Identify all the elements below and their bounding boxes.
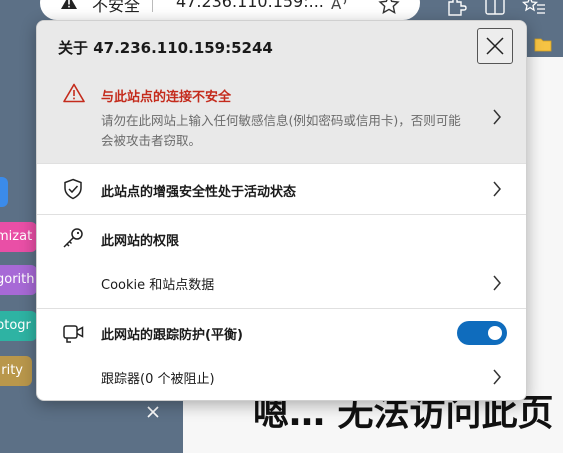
sidebar-chip[interactable]: gorith	[0, 265, 37, 295]
sidebar-chip[interactable]: mizat	[0, 222, 37, 252]
svg-text:A: A	[331, 0, 342, 12]
folder-icon[interactable]	[534, 37, 552, 52]
split-screen-icon[interactable]	[484, 0, 506, 16]
permissions-section: 此网站的权限	[37, 215, 526, 261]
tracking-prevention-heading: 此网站的跟踪防护(平衡)	[101, 328, 243, 343]
warning-triangle-icon	[63, 83, 85, 103]
favorite-star-icon[interactable]	[378, 0, 400, 14]
sidebar-chip-label: mizat	[0, 229, 33, 244]
address-divider	[152, 0, 153, 12]
chevron-right-icon	[493, 181, 501, 197]
sidebar-chip[interactable]: ptogr	[0, 311, 37, 341]
warning-title: 与此站点的连接不安全	[101, 90, 232, 105]
insecure-connection-row[interactable]: 与此站点的连接不安全 请勿在此网站上输入任何敏感信息(例如密码或信用卡)，否则可…	[37, 71, 526, 163]
camera-tracking-icon	[63, 325, 84, 343]
security-status-label[interactable]: 不安全	[92, 0, 140, 16]
trackers-row[interactable]: 跟踪器(0 个被阻止)	[37, 357, 526, 400]
extensions-icon[interactable]	[445, 0, 467, 16]
popup-title: 关于 47.236.110.159:5244	[58, 39, 273, 57]
sidebar-chip-label: rity	[1, 363, 23, 378]
chevron-right-icon	[493, 369, 501, 385]
read-aloud-icon[interactable]: A	[330, 0, 350, 12]
warning-triangle-icon[interactable]	[60, 0, 78, 10]
sidebar-chip-label: gorith	[0, 272, 35, 287]
chevron-right-icon	[493, 275, 501, 291]
favorites-icon[interactable]	[522, 0, 546, 16]
close-button[interactable]	[477, 28, 513, 64]
shield-check-icon	[64, 178, 82, 200]
enhanced-security-row[interactable]: 此站点的增强安全性处于活动状态	[37, 164, 526, 214]
warning-description: 请勿在此网站上输入任何敏感信息(例如密码或信用卡)，否则可能会被攻击者窃取。	[101, 113, 461, 148]
toggle-knob	[488, 326, 502, 340]
trackers-label: 跟踪器(0 个被阻止)	[101, 372, 215, 387]
sidebar-chip[interactable]: rity	[0, 356, 32, 386]
tracking-prevention-row: 此网站的跟踪防护(平衡)	[37, 309, 526, 357]
cookie-row[interactable]: Cookie 和站点数据	[37, 261, 526, 307]
close-icon	[486, 37, 504, 55]
sidebar-chip-blue[interactable]	[0, 177, 8, 207]
tracking-prevention-toggle[interactable]	[457, 321, 507, 345]
url-text[interactable]: 47.236.110.159:...	[176, 0, 324, 11]
permissions-heading: 此网站的权限	[101, 234, 180, 249]
chevron-right-icon	[493, 109, 501, 125]
sidebar-chip-label: ptogr	[0, 318, 31, 333]
close-icon[interactable]	[146, 405, 160, 419]
key-icon	[63, 228, 83, 248]
enhanced-security-label: 此站点的增强安全性处于活动状态	[101, 185, 297, 200]
site-info-popup: 关于 47.236.110.159:5244 与此站点的连接不安全 请勿在此网站…	[36, 20, 527, 401]
cookie-label: Cookie 和站点数据	[101, 278, 215, 293]
